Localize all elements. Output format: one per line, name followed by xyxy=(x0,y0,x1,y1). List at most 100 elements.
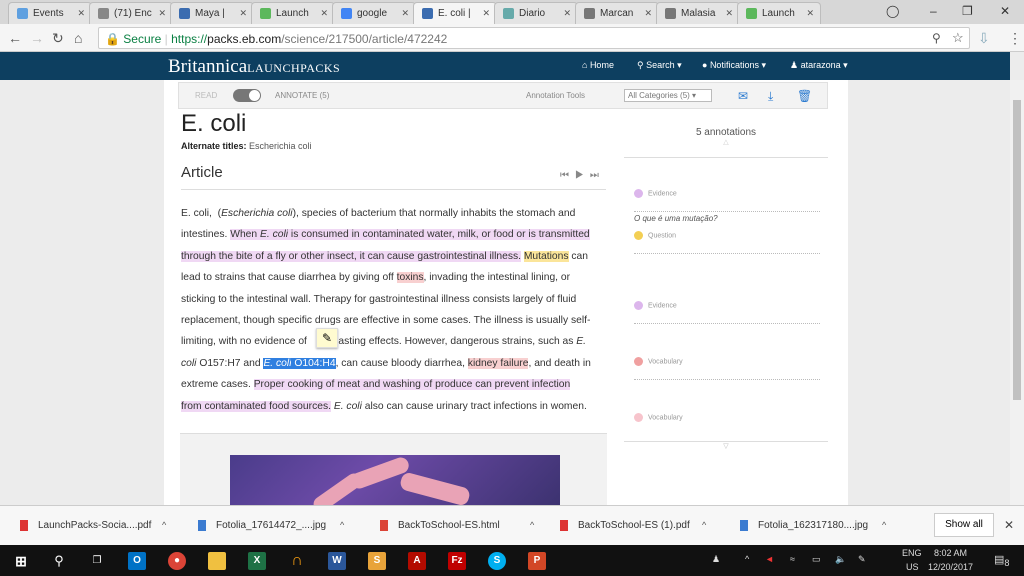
people-icon[interactable]: ♟ xyxy=(712,554,720,565)
email-icon[interactable]: ✉ xyxy=(738,89,748,103)
skip-back-icon[interactable]: ⏮ xyxy=(560,170,575,181)
zoom-icon[interactable]: ⚲ xyxy=(932,31,941,45)
download-icon[interactable]: ⤓ xyxy=(768,89,773,104)
reload-icon[interactable]: ↻ xyxy=(52,30,64,47)
sublime-icon[interactable]: S xyxy=(368,552,386,570)
nav-notifications[interactable]: ● Notifications ▾ xyxy=(702,60,766,71)
browser-tab[interactable]: Malasia ✕ xyxy=(656,2,740,24)
chrome-icon[interactable]: ● xyxy=(168,552,186,570)
bacteria-image[interactable] xyxy=(230,455,560,505)
browser-tab[interactable]: Launch ✕ xyxy=(251,2,335,24)
browser-tab[interactable]: Marcan ✕ xyxy=(575,2,659,24)
download-item[interactable]: LaunchPacks-Socia....pdf ^ xyxy=(20,520,166,531)
browser-tab[interactable]: (71) Enc ✕ xyxy=(89,2,173,24)
chevron-up-icon[interactable]: ^ xyxy=(702,520,706,530)
annotation-item[interactable]: Vocabulary xyxy=(634,409,820,427)
home-icon[interactable]: ⌂ xyxy=(74,30,82,46)
clock-date[interactable]: 12/20/2017 xyxy=(928,562,973,572)
notifications-icon[interactable]: ▤8 xyxy=(994,553,1010,568)
highlight[interactable]: from contaminated food sources. xyxy=(181,400,331,412)
category-select[interactable]: All Categories (5) ▾ xyxy=(624,89,712,102)
close-tab-icon[interactable]: ✕ xyxy=(77,8,85,19)
close-icon[interactable]: ✕ xyxy=(1004,518,1014,532)
pencil-icon[interactable]: ✎ xyxy=(316,328,338,348)
pen-icon[interactable]: ✎ xyxy=(858,554,866,565)
highlight[interactable]: E. coli xyxy=(260,229,289,241)
annotation-item[interactable]: O que é uma mutação? Question xyxy=(634,214,820,254)
search-icon[interactable]: ⚲ xyxy=(50,552,68,570)
close-tab-icon[interactable]: ✕ xyxy=(482,8,490,19)
chevron-up-icon[interactable]: ^ xyxy=(162,520,166,530)
maximize-button[interactable]: ❐ xyxy=(962,4,973,18)
download-item[interactable]: BackToSchool-ES.html ^ xyxy=(380,520,534,531)
word-icon[interactable]: W xyxy=(328,552,346,570)
menu-icon[interactable]: ⋮ xyxy=(1008,30,1022,47)
chevron-up-icon[interactable]: ^ xyxy=(340,520,344,530)
annotation-item[interactable]: Evidence xyxy=(634,185,820,212)
text-selection[interactable]: E. coli xyxy=(263,357,292,369)
browser-tab[interactable]: Diario ✕ xyxy=(494,2,578,24)
battery-icon[interactable]: ▭ xyxy=(812,554,821,565)
minimize-button[interactable]: – xyxy=(930,4,937,18)
highlight[interactable]: When xyxy=(230,229,260,241)
annotation-item[interactable]: Vocabulary xyxy=(634,353,820,380)
volume-alert-icon[interactable]: ◄ xyxy=(765,554,774,564)
nav-home[interactable]: ⌂ Home xyxy=(582,60,614,70)
close-tab-icon[interactable]: ✕ xyxy=(401,8,409,19)
close-window-button[interactable]: ✕ xyxy=(1000,4,1010,18)
chevron-up-icon[interactable]: ^ xyxy=(882,520,886,530)
annotation-item[interactable]: Evidence xyxy=(634,297,820,324)
close-tab-icon[interactable]: ✕ xyxy=(239,8,247,19)
url-input[interactable]: 🔒 Secure | https://packs.eb.com/science/… xyxy=(98,27,970,49)
outlook-icon[interactable]: O xyxy=(128,552,146,570)
nav-user[interactable]: ♟ atarazona ▾ xyxy=(790,60,848,71)
speaker-icon[interactable]: 🔈 xyxy=(835,554,846,565)
britannica-logo[interactable]: BritannicaLAUNCHPACKS xyxy=(168,56,340,78)
close-tab-icon[interactable]: ✕ xyxy=(563,8,571,19)
clock-time[interactable]: 8:02 AM xyxy=(934,548,967,558)
region-label[interactable]: US xyxy=(906,562,919,572)
app-icon[interactable]: ∩ xyxy=(288,552,306,570)
browser-tab[interactable]: Maya | ✕ xyxy=(170,2,254,24)
forward-icon[interactable]: → xyxy=(30,30,44,46)
filezilla-icon[interactable]: Fz xyxy=(448,552,466,570)
nav-search[interactable]: ⚲ Search ▾ xyxy=(637,60,682,71)
download-item[interactable]: Fotolia_17614472_....jpg ^ xyxy=(198,520,344,531)
close-tab-icon[interactable]: ✕ xyxy=(320,8,328,19)
chevron-down-icon[interactable]: ▽ xyxy=(624,441,828,450)
browser-tab[interactable]: google ✕ xyxy=(332,2,416,24)
play-icon[interactable]: ▶ xyxy=(575,170,590,181)
powerpoint-icon[interactable]: P xyxy=(528,552,546,570)
close-tab-icon[interactable]: ✕ xyxy=(725,8,733,19)
close-tab-icon[interactable]: ✕ xyxy=(158,8,166,19)
file-explorer-icon[interactable] xyxy=(208,552,226,570)
download-icon[interactable]: ⇩ xyxy=(978,30,990,47)
skip-forward-icon[interactable]: ⏭ xyxy=(590,170,605,181)
task-view-icon[interactable]: ❐ xyxy=(88,552,106,570)
download-item[interactable]: BackToSchool-ES (1).pdf ^ xyxy=(560,520,706,531)
close-tab-icon[interactable]: ✕ xyxy=(806,8,814,19)
browser-tab[interactable]: Launch ✕ xyxy=(737,2,821,24)
highlight[interactable]: Proper cooking of meat and washing of pr… xyxy=(253,379,571,391)
close-tab-icon[interactable]: ✕ xyxy=(644,8,652,19)
highlight[interactable]: Mutations xyxy=(523,250,569,262)
star-icon[interactable]: ☆ xyxy=(952,30,964,46)
profile-icon[interactable]: ◯ xyxy=(886,4,899,18)
windows-start-icon[interactable]: ⊞ xyxy=(12,552,30,570)
skype-icon[interactable]: S xyxy=(488,552,506,570)
excel-icon[interactable]: X xyxy=(248,552,266,570)
chevron-up-icon[interactable]: ^ xyxy=(745,554,749,564)
download-item[interactable]: Fotolia_162317180....jpg ^ xyxy=(740,520,886,531)
highlight[interactable]: toxins xyxy=(396,272,424,284)
show-all-button[interactable]: Show all xyxy=(934,513,994,537)
highlight[interactable]: is consumed in contaminated water, milk,… xyxy=(288,229,590,241)
highlight[interactable]: kidney failure xyxy=(467,357,529,369)
back-icon[interactable]: ← xyxy=(8,30,22,46)
text-selection[interactable]: O104:H4 xyxy=(291,357,336,369)
browser-tab[interactable]: Events ✕ xyxy=(8,2,92,24)
trash-icon[interactable]: 🗑 xyxy=(797,89,812,103)
acrobat-icon[interactable]: A xyxy=(408,552,426,570)
browser-tab[interactable]: E. coli | ✕ xyxy=(413,2,497,24)
page-scrollbar[interactable] xyxy=(1010,80,1024,505)
annotate-mode-label[interactable]: ANNOTATE (5) xyxy=(275,91,329,100)
